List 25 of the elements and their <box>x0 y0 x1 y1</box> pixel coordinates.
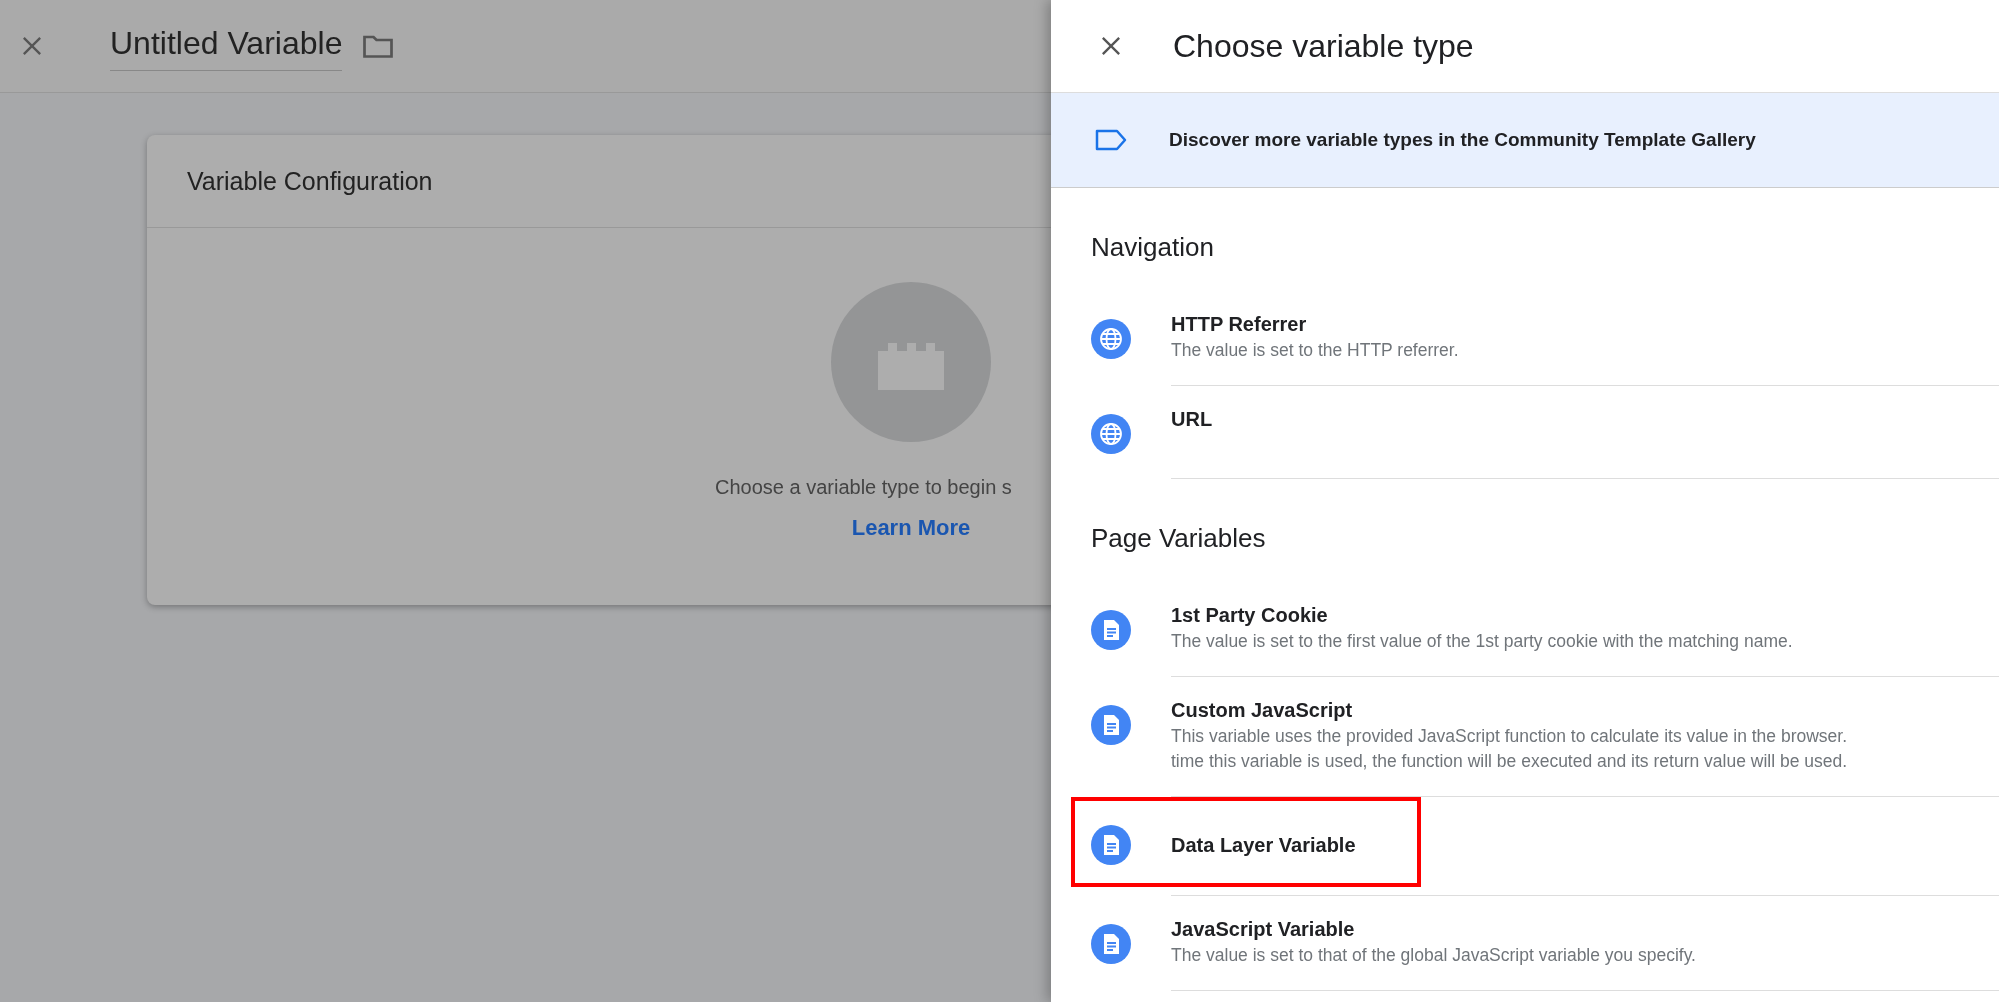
variable-type-description: The value is set to the first value of the 1st party cookie with the matching name. <box>1171 631 1793 652</box>
document-icon <box>1091 825 1131 865</box>
variable-type-description: This variable uses the provided JavaScript function to calculate its value in the browser. <box>1171 726 1848 747</box>
empty-state-text: Choose a variable type to begin s <box>715 476 1012 499</box>
tag-icon <box>1095 129 1127 151</box>
variable-type-name[interactable]: Data Layer Variable <box>1171 833 1356 857</box>
panel-title: Choose variable type <box>1173 27 1474 65</box>
section-heading: Navigation <box>1090 231 1215 264</box>
variable-type-name[interactable]: HTTP Referrer <box>1171 313 1459 336</box>
variable-type-description: The value is set to the HTTP referrer. <box>1171 340 1459 361</box>
card-title: Variable Configuration <box>187 166 433 196</box>
variable-type-name[interactable]: 1st Party Cookie <box>1171 604 1793 627</box>
variable-type-name[interactable]: Custom JavaScript <box>1171 699 1848 722</box>
section-heading: Page Variables <box>1090 522 1267 555</box>
globe-icon <box>1091 319 1131 359</box>
variable-name-field[interactable]: Untitled Variable <box>110 21 343 71</box>
document-icon <box>1091 924 1131 964</box>
globe-icon <box>1091 414 1131 454</box>
gallery-banner[interactable]: Discover more variable types in the Community Template Gallery <box>1051 93 1999 188</box>
variable-type-name[interactable]: JavaScript Variable <box>1171 918 1696 941</box>
variable-type-description: The value is set to that of the global JavaScript variable you specify. <box>1171 945 1696 966</box>
document-icon <box>1091 705 1131 745</box>
variable-type-name[interactable]: URL <box>1171 408 1213 431</box>
variable-type-description: time this variable is used, the function will be executed and its return value will be used. <box>1171 751 1848 772</box>
document-icon <box>1091 610 1131 650</box>
